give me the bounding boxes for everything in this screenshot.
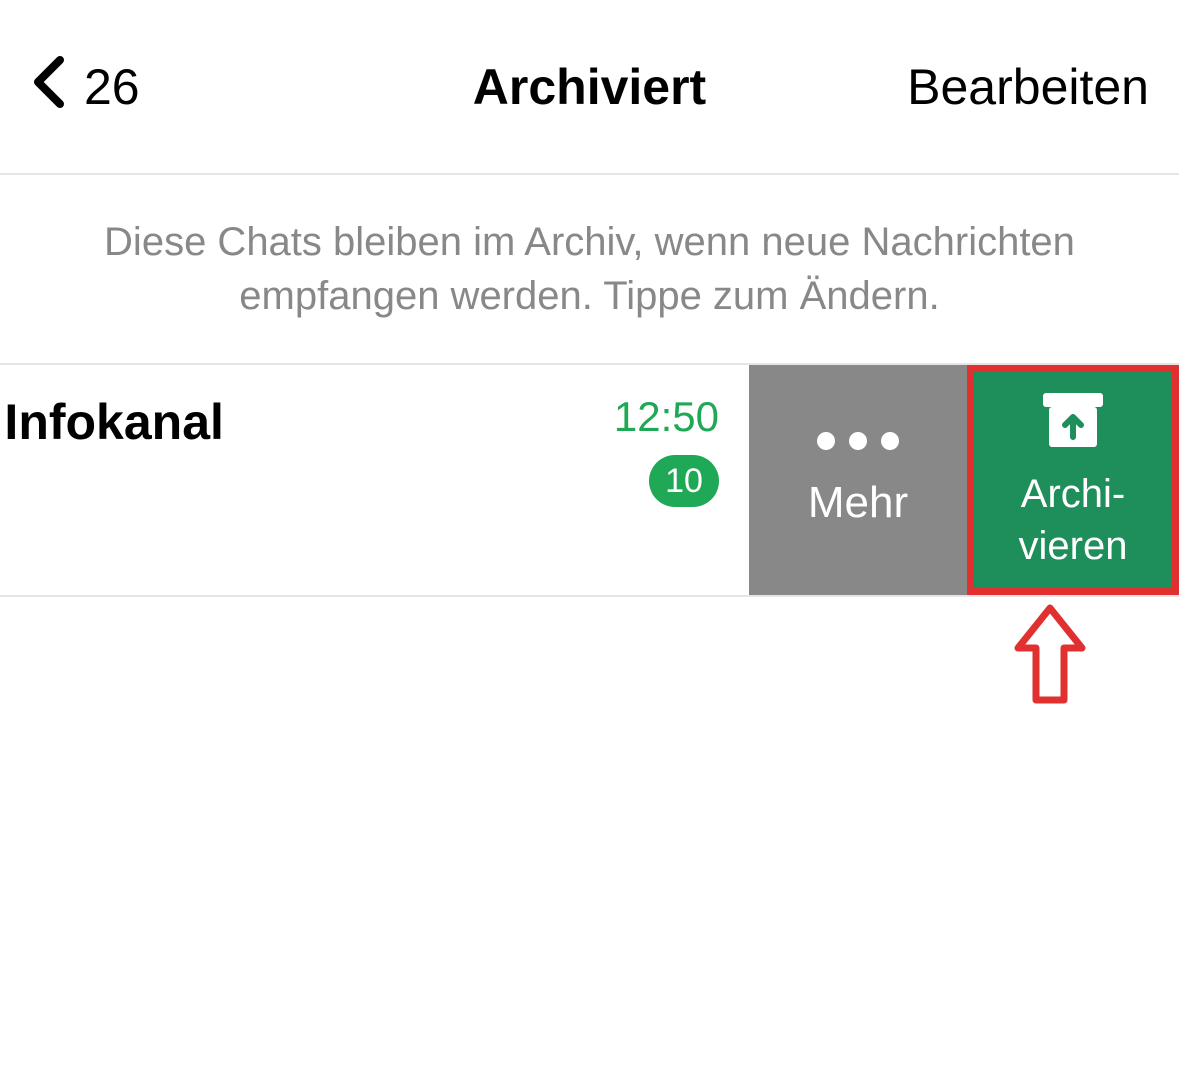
more-action-button[interactable]: Mehr bbox=[749, 365, 967, 595]
edit-button[interactable]: Bearbeiten bbox=[907, 58, 1149, 116]
archive-box-icon bbox=[1039, 389, 1107, 456]
chat-time: 12:50 bbox=[614, 393, 719, 441]
unread-badge: 10 bbox=[649, 455, 719, 507]
page-title: Archiviert bbox=[473, 58, 706, 116]
archive-action-button[interactable]: Archi-vieren bbox=[967, 365, 1179, 595]
archive-label: Archi-vieren bbox=[1019, 468, 1128, 572]
chat-meta: 12:50 10 bbox=[614, 393, 719, 507]
chat-content[interactable]: n Infokanal 12:50 10 bbox=[0, 365, 749, 595]
back-button[interactable]: 26 bbox=[30, 54, 140, 119]
more-icon bbox=[817, 432, 899, 450]
chat-row[interactable]: n Infokanal 12:50 10 Mehr Archi-vieren bbox=[0, 365, 1179, 597]
more-label: Mehr bbox=[808, 478, 908, 528]
archive-info-text[interactable]: Diese Chats bleiben im Archiv, wenn neue… bbox=[0, 175, 1179, 365]
annotation-arrow-icon bbox=[1010, 600, 1090, 715]
navigation-header: 26 Archiviert Bearbeiten bbox=[0, 0, 1179, 175]
back-count: 26 bbox=[84, 58, 140, 116]
chevron-left-icon bbox=[30, 54, 66, 119]
chat-name: n Infokanal bbox=[0, 393, 224, 451]
